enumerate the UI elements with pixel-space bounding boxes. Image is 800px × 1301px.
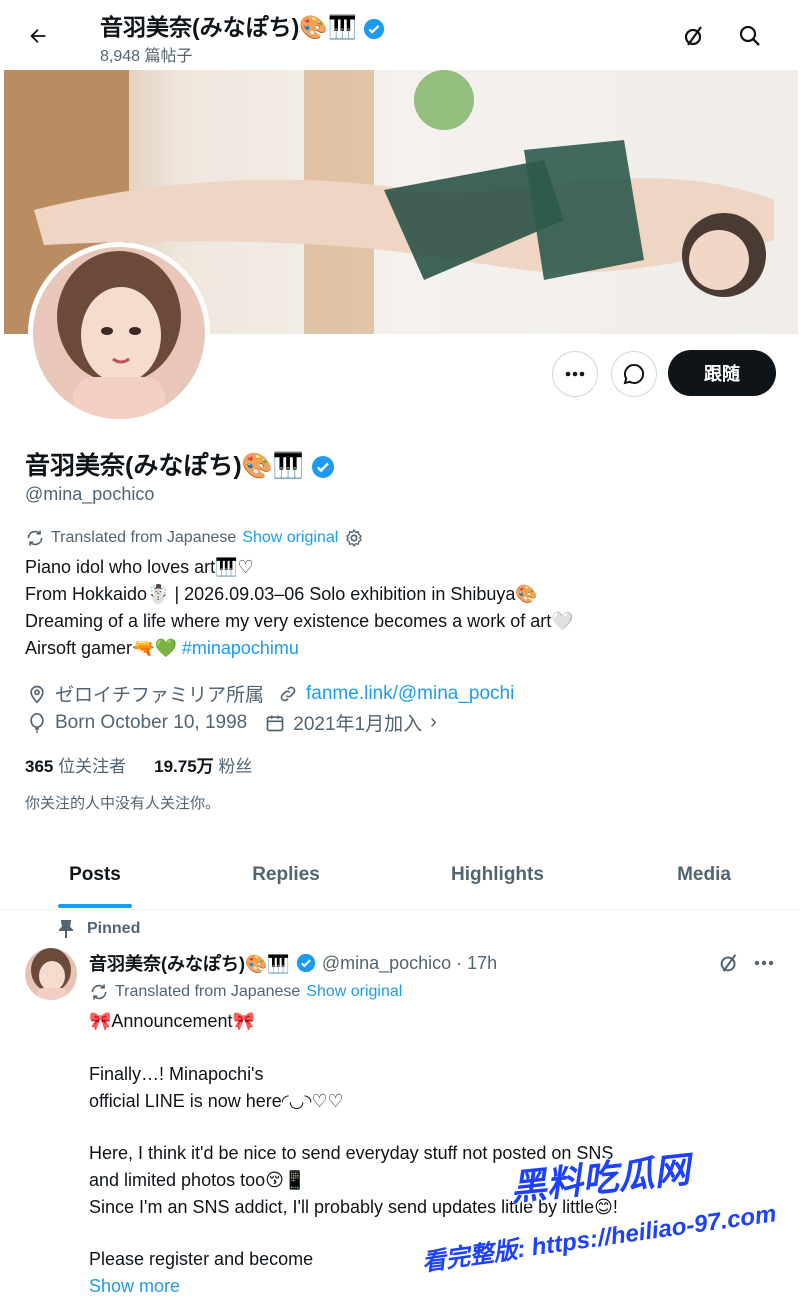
verified-badge-icon (296, 953, 315, 973)
balloon-icon (30, 712, 44, 733)
calendar-icon (266, 715, 284, 731)
pinned-label-row: Pinned (59, 920, 140, 938)
location-icon (30, 685, 44, 704)
post-count: 8,948 篇帖子 (100, 48, 193, 65)
bio-line: Dreaming of a life where my very existen… (25, 611, 574, 631)
search-icon (739, 25, 760, 46)
header-name: 音羽美奈(みなぽち)🎨🎹 (100, 14, 357, 40)
profile-avatar[interactable] (28, 242, 210, 424)
post-author-name[interactable]: 音羽美奈(みなぽち)🎨🎹 (89, 950, 290, 976)
gear-icon[interactable] (344, 528, 364, 548)
profile-name: 音羽美奈(みなぽち)🎨🎹 (25, 446, 335, 482)
verified-badge-icon (363, 18, 385, 40)
link-icon (280, 686, 296, 701)
post-more-button[interactable] (748, 947, 780, 979)
pinned-label: Pinned (87, 920, 141, 937)
translated-note: Translated from Japanese (51, 529, 237, 546)
affiliation: ゼロイチファミリア所属 (55, 685, 265, 706)
tab-highlights[interactable]: Highlights (430, 852, 565, 898)
show-original-link[interactable]: Show original (242, 529, 338, 547)
post-text-line: official LINE is now here◜◡◝♡♡ (89, 1091, 344, 1111)
verified-badge-icon (311, 456, 334, 479)
hashtag-link[interactable]: #minapochimu (182, 638, 299, 658)
show-more-link[interactable]: Show more (89, 1276, 180, 1297)
active-tab-indicator (58, 904, 132, 908)
back-arrow-icon (30, 28, 46, 44)
back-button[interactable] (18, 18, 58, 54)
followers-stat[interactable]: 19.75万 粉丝 (154, 752, 252, 777)
post-translation-row: Translated from Japanese Show original (89, 982, 402, 1002)
translated-note: Translated from Japanese (115, 983, 301, 1000)
header-title: 音羽美奈(みなぽち)🎨🎹 (100, 8, 385, 42)
bio-line: Airsoft gamer🔫💚 #minapochimu (25, 638, 299, 659)
bio-line: From Hokkaido☃️ | 2026.09.03–06 Solo exh… (25, 584, 538, 604)
post-text-line: 🎀Announcement🎀 (89, 1011, 255, 1031)
grok-icon (684, 26, 702, 46)
follow-stats: 365 位关注者 19.75万 粉丝 (25, 752, 252, 777)
chevron-right-icon: › (430, 711, 437, 733)
grok-icon (720, 954, 737, 972)
profile-meta-row: ゼロイチファミリア所属 fanme.link/@mina_pochi (27, 680, 514, 707)
post-grok-button[interactable] (713, 947, 745, 979)
show-original-link[interactable]: Show original (306, 983, 402, 1001)
profile-display-name: 音羽美奈(みなぽち)🎨🎹 (25, 452, 304, 480)
pin-icon (59, 920, 73, 938)
tab-posts[interactable]: Posts (40, 852, 150, 898)
grok-button[interactable] (674, 16, 714, 56)
message-button[interactable] (611, 351, 657, 397)
follow-button[interactable]: 跟随 (668, 350, 776, 396)
post-avatar-image (25, 948, 77, 1000)
post-text-line: Finally…! Minapochi's (89, 1064, 264, 1084)
followers-label: 粉丝 (218, 757, 253, 776)
following-stat[interactable]: 365 位关注者 (25, 752, 126, 777)
profile-handle: @mina_pochico (25, 484, 155, 504)
birthday: Born October 10, 1998 (55, 711, 248, 733)
join-date[interactable]: 2021年1月加入 (293, 709, 422, 736)
more-icon (754, 960, 774, 966)
tabs-divider (0, 909, 800, 910)
post-author-row: 音羽美奈(みなぽち)🎨🎹 @mina_pochico · 17h (89, 950, 497, 976)
mutual-followers-note: 你关注的人中没有人关注你。 (25, 795, 221, 812)
bio-text: Airsoft gamer🔫💚 (25, 638, 177, 658)
tab-media[interactable]: Media (655, 852, 753, 898)
following-count: 365 (25, 757, 54, 776)
tab-replies[interactable]: Replies (230, 852, 342, 898)
more-icon (565, 371, 585, 377)
post-text-line: Please register and become (89, 1249, 314, 1269)
bio-line: Piano idol who loves art🎹♡ (25, 557, 254, 577)
search-button[interactable] (730, 16, 770, 56)
bio-translation-row: Translated from Japanese Show original (25, 528, 364, 548)
profile-meta-row: Born October 10, 1998 2021年1月加入 › (27, 709, 437, 736)
profile-link[interactable]: fanme.link/@mina_pochi (306, 683, 514, 705)
followers-count: 19.75万 (154, 757, 214, 776)
more-button[interactable] (552, 351, 598, 397)
post-text-line: and limited photos too😚📱 (89, 1170, 307, 1190)
translate-icon (91, 984, 107, 1000)
post-avatar[interactable] (25, 948, 77, 1000)
following-label: 位关注者 (58, 757, 127, 776)
avatar-image (33, 247, 205, 419)
message-icon (623, 363, 645, 385)
translate-icon (27, 530, 43, 546)
post-handle-time: @mina_pochico · 17h (321, 952, 498, 973)
